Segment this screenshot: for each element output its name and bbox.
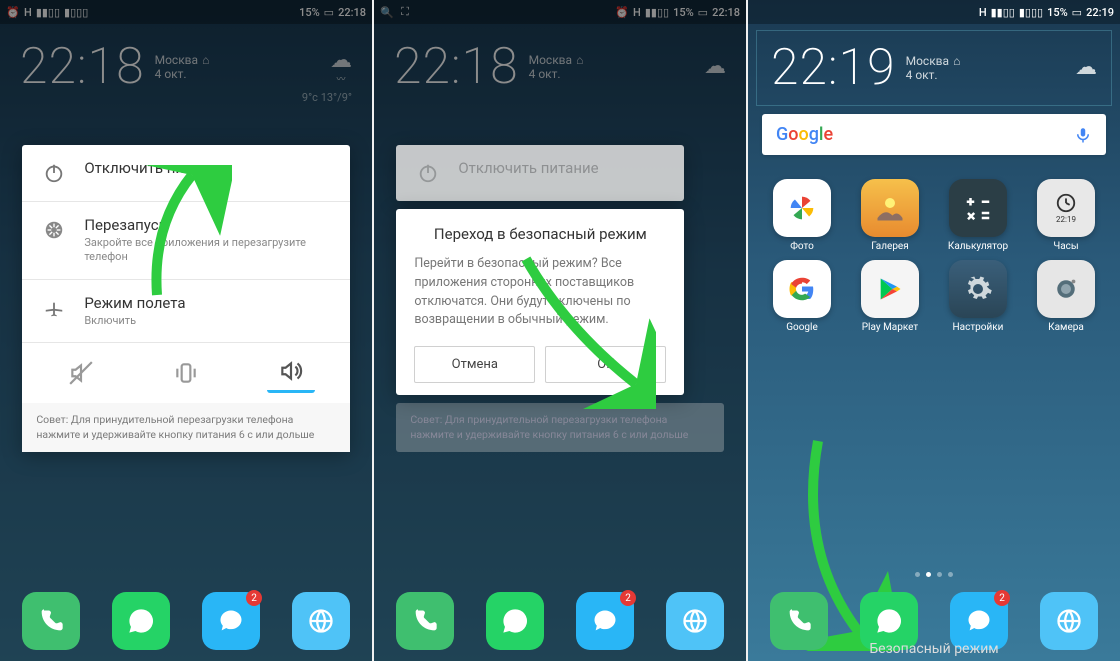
google-search-bar[interactable]: Google: [762, 114, 1106, 155]
app-label: Галерея: [871, 241, 908, 252]
sound-on-icon[interactable]: [267, 353, 315, 393]
app-settings[interactable]: Настройки: [949, 260, 1007, 333]
power-menu: Отключить питание Перезапуск Закройте вс…: [22, 145, 349, 452]
airplane-row[interactable]: Режим полета Включить: [22, 280, 349, 343]
app-calculator[interactable]: Калькулятор: [948, 179, 1008, 252]
browser-icon[interactable]: [292, 592, 350, 650]
badge: 2: [994, 590, 1010, 606]
signal-icon: ▮▮▯▯: [991, 6, 1015, 19]
airplane-label: Режим полета: [84, 294, 185, 312]
restart-row[interactable]: Перезапуск Закройте все приложения и пер…: [22, 202, 349, 280]
app-label: Google: [786, 322, 818, 333]
sound-mode-row: [22, 343, 349, 403]
modal-scrim[interactable]: Отключить питание Перезапуск Закройте вс…: [0, 0, 372, 661]
app-grid: Фото Галерея Калькулятор 22:19 Часы: [748, 163, 1120, 349]
restart-sub: Закройте все приложения и перезагрузите …: [84, 236, 331, 265]
silent-icon[interactable]: [57, 353, 105, 393]
messages-icon[interactable]: 2: [576, 592, 634, 650]
battery-icon: ▭: [1072, 6, 1082, 19]
signal-icon-2: ▮▯▯▯: [1019, 6, 1043, 19]
badge: 2: [246, 590, 262, 606]
app-label: Калькулятор: [948, 241, 1008, 252]
app-google[interactable]: Google: [773, 260, 831, 333]
power-off-row[interactable]: Отключить питание: [22, 145, 349, 202]
app-clock[interactable]: 22:19 Часы: [1037, 179, 1095, 252]
modal-scrim[interactable]: Отключить питание Переход в безопасный р…: [374, 0, 746, 661]
status-time: 22:19: [1086, 6, 1114, 19]
location-icon: ⌂: [953, 54, 960, 68]
clock-widget[interactable]: 22:19 Москва ⌂ 4 окт. ☁︎: [756, 30, 1112, 106]
photos-icon: [773, 179, 831, 237]
google-app-icon: [773, 260, 831, 318]
badge: 2: [620, 590, 636, 606]
app-gallery[interactable]: Галерея: [861, 179, 919, 252]
restart-icon: [40, 216, 68, 244]
airplane-sub: Включить: [84, 314, 185, 328]
app-label: Камера: [1048, 322, 1084, 333]
clock-time: 22:19: [771, 43, 896, 93]
safe-mode-dialog: Переход в безопасный режим Перейти в без…: [396, 209, 684, 395]
clock-app-icon: 22:19: [1037, 179, 1095, 237]
messages-icon[interactable]: 2: [202, 592, 260, 650]
safe-mode-label: Безопасный режим: [869, 641, 998, 657]
dock: 2: [0, 583, 372, 661]
cancel-button[interactable]: Отмена: [414, 346, 535, 383]
app-photos[interactable]: Фото: [773, 179, 831, 252]
power-menu-tip: Совет: Для принудительной перезагрузки т…: [22, 403, 349, 452]
gallery-icon: [861, 179, 919, 237]
vibrate-icon[interactable]: [162, 353, 210, 393]
play-store-icon: [861, 260, 919, 318]
battery-pct: 15%: [1047, 6, 1068, 19]
power-icon: [414, 159, 442, 187]
status-bar: H ▮▮▯▯ ▮▯▯▯ 15% ▭ 22:19: [748, 0, 1120, 24]
restart-label: Перезапуск: [84, 216, 331, 234]
mic-icon[interactable]: [1074, 126, 1092, 144]
app-label: Фото: [790, 241, 814, 252]
whatsapp-icon[interactable]: [112, 592, 170, 650]
dock: 2: [374, 583, 746, 661]
phone-app-icon[interactable]: [396, 592, 454, 650]
power-menu-tip: Совет: Для принудительной перезагрузки т…: [396, 403, 723, 452]
app-play[interactable]: Play Маркет: [861, 260, 919, 333]
power-off-label: Отключить питание: [84, 159, 224, 177]
app-camera[interactable]: Камера: [1037, 260, 1095, 333]
google-logo: Google: [776, 124, 833, 145]
dialog-body: Перейти в безопасный режим? Все приложен…: [414, 255, 666, 330]
settings-icon: [949, 260, 1007, 318]
app-label: Play Маркет: [862, 322, 919, 333]
whatsapp-icon[interactable]: [486, 592, 544, 650]
app-label: Настройки: [953, 322, 1004, 333]
airplane-icon: [40, 294, 68, 322]
power-icon: [40, 159, 68, 187]
app-label: Часы: [1053, 241, 1078, 252]
phone-app-icon[interactable]: [22, 592, 80, 650]
dialog-title: Переход в безопасный режим: [414, 225, 666, 243]
browser-icon[interactable]: [1040, 592, 1098, 650]
phone-app-icon[interactable]: [770, 592, 828, 650]
calculator-icon: [949, 179, 1007, 237]
power-off-row-disabled: Отключить питание: [396, 145, 684, 201]
weather-icon: ☁︎: [1075, 57, 1097, 79]
camera-icon: [1037, 260, 1095, 318]
page-indicator: [748, 572, 1120, 577]
ok-button[interactable]: OK: [545, 346, 666, 383]
browser-icon[interactable]: [666, 592, 724, 650]
